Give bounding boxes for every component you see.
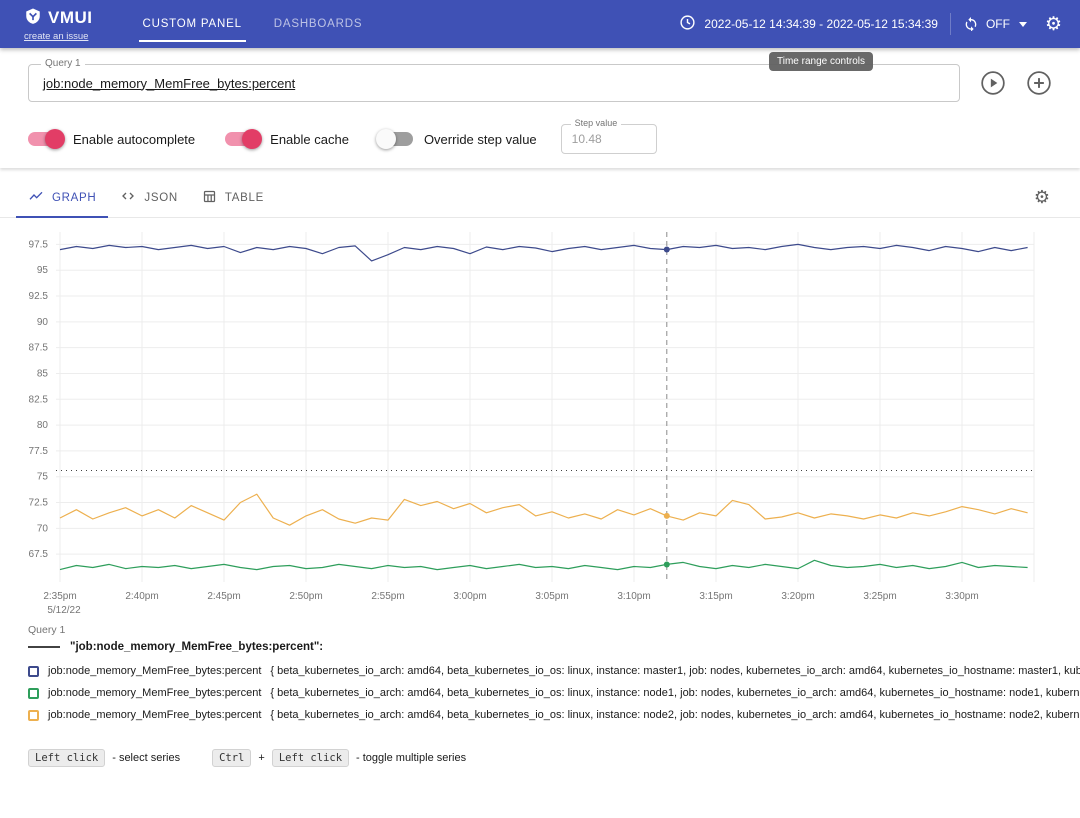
tab-table-label: TABLE bbox=[225, 192, 264, 204]
tab-json-label: JSON bbox=[144, 192, 177, 204]
svg-text:87.5: 87.5 bbox=[29, 343, 49, 354]
svg-text:80: 80 bbox=[37, 420, 49, 431]
add-query-button[interactable] bbox=[1026, 70, 1052, 96]
autorefresh-control[interactable]: OFF bbox=[963, 15, 1027, 34]
autorefresh-icon bbox=[963, 15, 979, 34]
create-issue-link[interactable]: create an issue bbox=[24, 31, 93, 42]
svg-text:2:50pm: 2:50pm bbox=[289, 591, 322, 602]
settings-gear-icon[interactable]: ⚙ bbox=[1045, 15, 1062, 34]
svg-text:3:20pm: 3:20pm bbox=[781, 591, 814, 602]
autocomplete-switch[interactable] bbox=[28, 132, 62, 146]
kbd-ctrl: Ctrl bbox=[212, 749, 251, 767]
header-nav: CUSTOM PANEL DASHBOARDS bbox=[127, 0, 379, 48]
query-panel: Query 1 job:node_memory_MemFree_bytes:pe… bbox=[0, 48, 1080, 168]
app-title: VMUI bbox=[48, 8, 93, 28]
hint-plus: + bbox=[258, 752, 264, 764]
chart-section: 97.5 95 92.5 90 87.5 85 82.5 80 77.5 75 72.5 70 67.5… bbox=[0, 218, 1080, 614]
header-divider bbox=[950, 13, 951, 35]
series-name: job:node_memory_MemFree_bytes:percent bbox=[48, 687, 261, 699]
hint-toggle-series: - toggle multiple series bbox=[356, 752, 466, 764]
svg-text:75: 75 bbox=[37, 472, 49, 483]
svg-text:2:40pm: 2:40pm bbox=[125, 591, 158, 602]
graph-settings-gear-icon[interactable]: ⚙ bbox=[1034, 187, 1064, 208]
svg-text:2:35pm: 2:35pm bbox=[43, 591, 76, 602]
series-name: job:node_memory_MemFree_bytes:percent bbox=[48, 665, 261, 677]
tab-graph-label: GRAPH bbox=[52, 192, 96, 204]
execute-query-button[interactable] bbox=[980, 70, 1006, 96]
svg-text:72.5: 72.5 bbox=[29, 498, 49, 509]
legend-item-node2[interactable]: job:node_memory_MemFree_bytes:percent { … bbox=[28, 709, 1052, 721]
tab-custom-panel[interactable]: CUSTOM PANEL bbox=[127, 0, 258, 48]
svg-text:77.5: 77.5 bbox=[29, 446, 49, 457]
time-series-chart[interactable]: 97.5 95 92.5 90 87.5 85 82.5 80 77.5 75 72.5 70 67.5… bbox=[0, 218, 1080, 614]
toggle-override-step[interactable]: Override step value bbox=[379, 132, 537, 147]
kbd-left-click-2: Left click bbox=[272, 749, 349, 767]
autocomplete-label: Enable autocomplete bbox=[73, 132, 195, 147]
svg-text:70: 70 bbox=[37, 523, 49, 534]
time-range-tooltip: Time range controls bbox=[769, 52, 873, 71]
svg-text:92.5: 92.5 bbox=[29, 291, 49, 302]
legend-query-label: Query 1 bbox=[28, 624, 1052, 636]
step-value-label: Step value bbox=[571, 118, 622, 128]
chevron-down-icon bbox=[1019, 22, 1027, 27]
svg-text:3:10pm: 3:10pm bbox=[617, 591, 650, 602]
override-step-switch[interactable] bbox=[379, 132, 413, 146]
cache-switch[interactable] bbox=[225, 132, 259, 146]
query-input[interactable]: job:node_memory_MemFree_bytes:percent bbox=[43, 76, 295, 91]
svg-text:2:45pm: 2:45pm bbox=[207, 591, 240, 602]
query-field-label: Query 1 bbox=[41, 58, 85, 69]
svg-text:5/12/22: 5/12/22 bbox=[47, 605, 81, 614]
svg-text:67.5: 67.5 bbox=[29, 549, 49, 560]
cache-label: Enable cache bbox=[270, 132, 349, 147]
kbd-left-click: Left click bbox=[28, 749, 105, 767]
step-value-field[interactable]: Step value bbox=[561, 124, 657, 154]
toggle-autocomplete[interactable]: Enable autocomplete bbox=[28, 132, 195, 147]
legend-item-node1[interactable]: job:node_memory_MemFree_bytes:percent { … bbox=[28, 687, 1052, 699]
svg-text:3:15pm: 3:15pm bbox=[699, 591, 732, 602]
legend-hints: Left click - select series Ctrl + Left c… bbox=[0, 731, 1080, 785]
time-range-control[interactable]: 2022-05-12 14:34:39 - 2022-05-12 15:34:3… bbox=[679, 14, 938, 34]
series-checkbox[interactable] bbox=[28, 710, 39, 721]
svg-text:3:25pm: 3:25pm bbox=[863, 591, 896, 602]
svg-text:90: 90 bbox=[37, 317, 49, 328]
svg-text:3:30pm: 3:30pm bbox=[945, 591, 978, 602]
tab-graph[interactable]: GRAPH bbox=[16, 178, 108, 217]
tab-table[interactable]: TABLE bbox=[190, 178, 276, 217]
series-labels: { beta_kubernetes_io_arch: amd64, beta_k… bbox=[270, 687, 1080, 699]
view-tabs: GRAPH JSON TABLE ⚙ bbox=[0, 178, 1080, 218]
logo-block: VMUI create an issue bbox=[24, 0, 93, 48]
series-labels: { beta_kubernetes_io_arch: amd64, beta_k… bbox=[270, 665, 1080, 677]
series-labels: { beta_kubernetes_io_arch: amd64, beta_k… bbox=[270, 709, 1080, 721]
series-checkbox[interactable] bbox=[28, 688, 39, 699]
step-value-input[interactable] bbox=[562, 132, 656, 146]
svg-text:97.5: 97.5 bbox=[29, 239, 49, 250]
series-name: job:node_memory_MemFree_bytes:percent bbox=[48, 709, 261, 721]
svg-text:82.5: 82.5 bbox=[29, 394, 49, 405]
autorefresh-value: OFF bbox=[986, 17, 1010, 31]
code-icon bbox=[120, 188, 136, 207]
chart-legend: Query 1 "job:node_memory_MemFree_bytes:p… bbox=[0, 614, 1080, 721]
vm-shield-icon bbox=[24, 7, 42, 30]
legend-line-sample-icon bbox=[28, 646, 60, 648]
svg-text:85: 85 bbox=[37, 368, 49, 379]
app-header: VMUI create an issue CUSTOM PANEL DASHBO… bbox=[0, 0, 1080, 48]
svg-text:2:55pm: 2:55pm bbox=[371, 591, 404, 602]
table-icon bbox=[202, 189, 217, 207]
time-range-value: 2022-05-12 14:34:39 - 2022-05-12 15:34:3… bbox=[704, 17, 938, 31]
graph-icon bbox=[28, 188, 44, 207]
tab-dashboards[interactable]: DASHBOARDS bbox=[258, 0, 379, 48]
override-step-label: Override step value bbox=[424, 132, 537, 147]
legend-group-title: "job:node_memory_MemFree_bytes:percent": bbox=[70, 641, 323, 653]
tab-json[interactable]: JSON bbox=[108, 178, 189, 217]
svg-text:3:05pm: 3:05pm bbox=[535, 591, 568, 602]
toggle-cache[interactable]: Enable cache bbox=[225, 132, 349, 147]
svg-text:95: 95 bbox=[37, 265, 49, 276]
svg-text:3:00pm: 3:00pm bbox=[453, 591, 486, 602]
hint-select-series: - select series bbox=[112, 752, 180, 764]
clock-icon bbox=[679, 14, 696, 34]
series-checkbox[interactable] bbox=[28, 666, 39, 677]
legend-group-title-row: "job:node_memory_MemFree_bytes:percent": bbox=[28, 641, 1052, 653]
legend-item-master1[interactable]: job:node_memory_MemFree_bytes:percent { … bbox=[28, 665, 1052, 677]
